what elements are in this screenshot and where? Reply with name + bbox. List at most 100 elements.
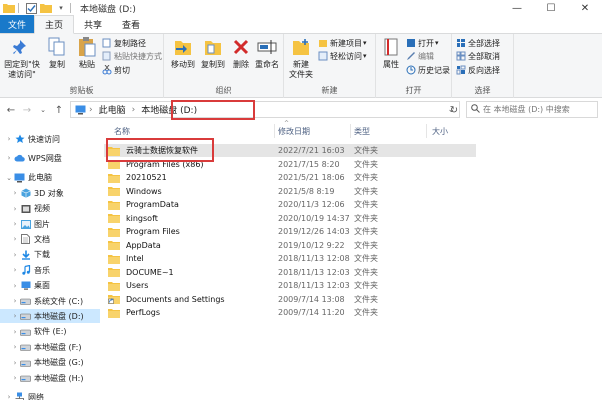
file-row[interactable]: Documents and Settings 2009/7/14 13:08 文件夹	[104, 293, 476, 306]
file-type: 文件夹	[354, 240, 378, 250]
chevron-right-icon[interactable]: ›	[4, 154, 14, 162]
chevron-right-icon[interactable]: ›	[10, 205, 20, 213]
folder-icon	[108, 267, 120, 277]
file-type: 文件夹	[354, 146, 378, 155]
open-label: 打开	[418, 38, 434, 48]
file-row[interactable]: AppData 2019/10/12 9:22 文件夹	[104, 239, 476, 252]
column-date[interactable]: 修改日期	[278, 124, 310, 138]
tab-view[interactable]: 查看	[112, 15, 150, 33]
file-type: 文件夹	[354, 159, 378, 169]
sidebar-item[interactable]: › 3D 对象	[0, 186, 100, 200]
sidebar-item[interactable]: › 快速访问	[0, 132, 100, 146]
file-row[interactable]: kingsoft 2020/10/19 14:37 文件夹	[104, 212, 476, 225]
paste-button[interactable]: 粘贴	[72, 36, 102, 70]
file-row[interactable]: ProgramData 2020/11/3 12:06 文件夹	[104, 198, 476, 211]
sidebar-item-label: 软件 (E:)	[34, 327, 67, 337]
file-row[interactable]: 20210521 2021/5/21 18:06 文件夹	[104, 171, 476, 184]
folder-icon[interactable]	[40, 2, 52, 14]
folder-icon[interactable]	[3, 2, 15, 14]
chevron-right-icon[interactable]: ›	[10, 282, 20, 290]
sidebar-item-label: 图片	[34, 219, 50, 229]
file-date: 2019/12/26 14:03	[278, 227, 350, 236]
sidebar-item[interactable]: › WPS网盘	[0, 151, 100, 165]
file-row[interactable]: DOCUME~1 2018/11/13 12:03 文件夹	[104, 266, 476, 279]
chevron-right-icon[interactable]: ›	[10, 266, 20, 274]
sidebar-item[interactable]: › 下载	[0, 248, 100, 262]
file-type: 文件夹	[354, 254, 378, 263]
rename-button[interactable]: 重命名	[252, 36, 282, 70]
chevron-right-icon[interactable]: ›	[10, 297, 20, 305]
chevron-right-icon[interactable]: ›	[10, 189, 20, 197]
sidebar-item[interactable]: › 本地磁盘 (F:)	[0, 340, 100, 354]
forward-button[interactable]: →	[19, 102, 35, 118]
new-folder-button[interactable]: 新建 文件夹	[286, 36, 316, 80]
move-to-button[interactable]: 移动到	[168, 36, 198, 70]
cut-button[interactable]: 剪切	[102, 64, 130, 76]
file-date: 2021/5/21 18:06	[278, 173, 345, 182]
file-row[interactable]: Windows 2021/5/8 8:19 文件夹	[104, 185, 476, 198]
edit-button[interactable]: 编辑	[406, 50, 434, 62]
sidebar-item[interactable]: › 系统文件 (C:)	[0, 294, 100, 308]
sidebar-item[interactable]: ⌄ 此电脑	[0, 171, 100, 185]
copy-button[interactable]: 复制	[42, 36, 72, 70]
sidebar-item[interactable]: › 文档	[0, 232, 100, 246]
chevron-right-icon[interactable]: ›	[10, 343, 20, 351]
chevron-right-icon[interactable]: ›	[10, 312, 20, 320]
sidebar-item[interactable]: › 本地磁盘 (D:)	[0, 309, 100, 324]
column-type[interactable]: 类型	[354, 124, 370, 138]
sidebar-item[interactable]: › 本地磁盘 (G:)	[0, 356, 100, 370]
checkbox-icon[interactable]	[25, 2, 37, 14]
address-bar[interactable]: › 此电脑 › 本地磁盘 (D:) ⌄	[70, 100, 460, 120]
breadcrumb-this-pc[interactable]: 此电脑	[99, 103, 126, 116]
back-button[interactable]: ←	[3, 102, 19, 118]
file-row[interactable]: Users 2018/11/13 12:03 文件夹	[104, 279, 476, 292]
easy-access-button[interactable]: 轻松访问 ▾	[318, 50, 367, 62]
open-group: 属性 打开 ▾ 编辑 历史记录 打开	[376, 34, 452, 98]
chevron-right-icon[interactable]: ›	[4, 135, 14, 143]
tab-share[interactable]: 共享	[74, 15, 112, 33]
chevron-right-icon[interactable]: ›	[10, 235, 20, 243]
sidebar-item[interactable]: › 音乐	[0, 263, 100, 277]
history-button[interactable]: 历史记录	[406, 64, 450, 76]
copy-to-button[interactable]: 复制到	[198, 36, 228, 70]
minimize-button[interactable]: —	[500, 0, 534, 16]
copy-path-button[interactable]: 复制路径	[102, 37, 146, 49]
properties-button[interactable]: 属性	[376, 36, 406, 70]
file-row[interactable]: Program Files 2019/12/26 14:03 文件夹	[104, 225, 476, 238]
sidebar-item[interactable]: › 软件 (E:)	[0, 325, 100, 339]
invert-selection-button[interactable]: 反向选择	[456, 64, 500, 76]
maximize-button[interactable]: ☐	[534, 0, 568, 16]
search-input[interactable]: 在 本地磁盘 (D:) 中搜索	[466, 101, 598, 118]
chevron-right-icon[interactable]: ›	[4, 393, 14, 400]
chevron-right-icon[interactable]: ›	[10, 359, 20, 367]
file-name: Users	[126, 281, 149, 290]
chevron-right-icon[interactable]: ›	[10, 220, 20, 228]
sidebar-item[interactable]: › 本地磁盘 (H:)	[0, 371, 100, 385]
sidebar-item[interactable]: › 桌面	[0, 279, 100, 293]
sidebar-item[interactable]: › 图片	[0, 217, 100, 231]
customize-quick-access-icon[interactable]: ▾	[55, 2, 67, 14]
open-button[interactable]: 打开 ▾	[406, 37, 439, 49]
paste-shortcut-button[interactable]: 粘贴快捷方式	[102, 50, 162, 62]
column-name[interactable]: 名称	[114, 124, 130, 138]
refresh-button[interactable]: ↻	[446, 102, 462, 118]
new-item-button[interactable]: 新建项目 ▾	[318, 37, 367, 49]
chevron-right-icon[interactable]: ›	[10, 251, 20, 259]
delete-label: 删除	[233, 60, 249, 69]
tab-file[interactable]: 文件	[0, 15, 34, 33]
sidebar-item[interactable]: › 网络	[0, 390, 100, 400]
select-all-button[interactable]: 全部选择	[456, 37, 500, 49]
file-row[interactable]: PerfLogs 2009/7/14 11:20 文件夹	[104, 306, 476, 319]
file-row[interactable]: Intel 2018/11/13 12:08 文件夹	[104, 252, 476, 265]
sidebar-item[interactable]: › 视频	[0, 202, 100, 216]
close-button[interactable]: ✕	[568, 0, 602, 16]
column-size[interactable]: 大小	[432, 124, 448, 138]
recent-locations-button[interactable]: ⌄	[35, 102, 51, 118]
tab-home[interactable]: 主页	[34, 15, 75, 34]
chevron-right-icon[interactable]: ›	[10, 328, 20, 336]
select-none-button[interactable]: 全部取消	[456, 50, 500, 62]
pin-quick-access-button[interactable]: 固定到"快速访问"	[2, 36, 42, 80]
chevron-down-icon[interactable]: ⌄	[4, 174, 14, 182]
up-button[interactable]: ↑	[51, 102, 67, 118]
chevron-right-icon[interactable]: ›	[10, 374, 20, 382]
